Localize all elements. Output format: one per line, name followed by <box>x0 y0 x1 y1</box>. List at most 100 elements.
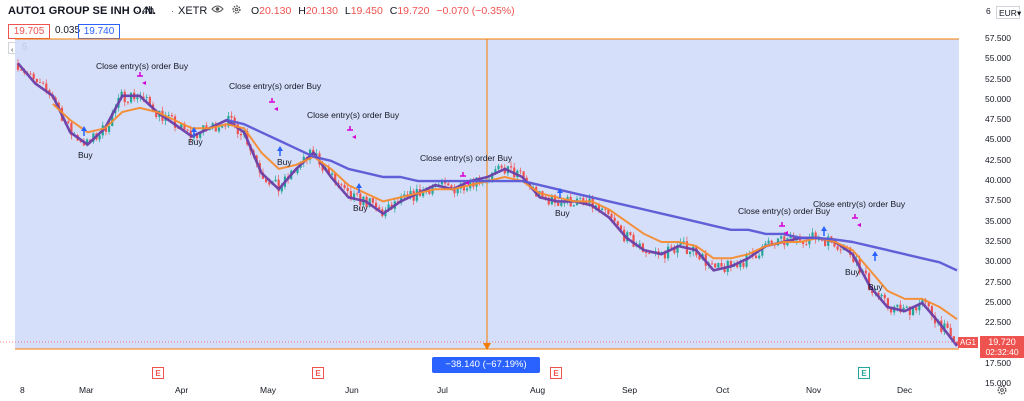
candle-body <box>465 188 469 191</box>
candle-body <box>767 240 770 244</box>
candle-body <box>497 165 500 170</box>
earnings-event-icon[interactable]: E <box>550 367 562 379</box>
price-tick: 47.500 <box>985 114 1011 125</box>
time-tick: Sep <box>622 385 638 395</box>
candle-body <box>742 262 745 267</box>
candle-body <box>20 69 23 71</box>
range-measure-label: −38.140 (−67.19%) −7628 <box>432 357 540 386</box>
candle-body <box>29 73 32 75</box>
candle-body <box>616 221 619 226</box>
buy-label: Buy <box>555 208 570 218</box>
close-entry-label: Close entry(s) order Buy <box>96 61 189 71</box>
currency-select[interactable]: EUR▾ <box>996 6 1022 19</box>
candle-body <box>946 323 949 328</box>
candle-body <box>456 188 459 194</box>
time-tick: Mar <box>79 385 94 395</box>
price-tick: 40.000 <box>985 175 1011 186</box>
close-entry-label: Close entry(s) order Buy <box>229 81 322 91</box>
candle-body <box>824 240 827 246</box>
time-tick: Apr <box>175 385 189 395</box>
time-tick: 8 <box>20 385 25 395</box>
candle-body <box>500 165 503 168</box>
earnings-event-icon[interactable]: E <box>312 367 324 379</box>
candle-body <box>754 255 758 259</box>
candle-body <box>509 166 513 168</box>
candle-body <box>811 232 814 238</box>
candle-body <box>346 187 349 192</box>
earnings-event-icon[interactable]: E <box>152 367 164 379</box>
candle-body <box>167 115 170 116</box>
candle-body <box>519 170 522 172</box>
candle-body <box>563 202 566 204</box>
price-tick: 57.500 <box>985 32 1011 43</box>
time-tick: Oct <box>716 385 730 395</box>
candle-body <box>710 263 714 265</box>
candle-body <box>356 193 359 195</box>
close-entry-label: Close entry(s) order Buy <box>307 110 400 120</box>
time-tick: Dec <box>897 385 913 395</box>
candle-body <box>98 135 101 140</box>
close-entry-label: Close entry(s) order Buy <box>420 153 513 163</box>
candle-body <box>126 102 130 103</box>
candle-body <box>340 184 343 186</box>
candle-body <box>688 251 692 254</box>
dividend-event-icon[interactable]: E <box>858 367 870 379</box>
candle-body <box>145 97 148 98</box>
candle-body <box>129 92 133 103</box>
candle-body <box>579 197 582 199</box>
price-tick: 52.500 <box>985 73 1011 84</box>
candle-body <box>805 243 808 245</box>
price-tick: 25.000 <box>985 296 1011 307</box>
candle-body <box>720 263 723 267</box>
price-tick: 37.500 <box>985 195 1011 206</box>
price-tick: 17.500 <box>985 357 1011 368</box>
time-tick: May <box>260 385 277 395</box>
candle-body <box>601 208 604 211</box>
candle-body <box>839 249 842 251</box>
gear-icon[interactable] <box>996 384 1008 396</box>
candle-body <box>896 304 899 307</box>
candle-body <box>560 202 563 206</box>
price-tick-partial: 6 <box>986 6 991 16</box>
candle-body <box>572 205 575 207</box>
bar-countdown: 02:32:40 <box>980 347 1024 358</box>
candle-body <box>648 252 651 254</box>
candle-body <box>343 185 346 188</box>
candle-body <box>32 73 35 79</box>
candle-body <box>371 198 374 203</box>
time-tick: Jul <box>437 385 448 395</box>
price-tick: 32.500 <box>985 236 1011 246</box>
price-tick: 45.000 <box>985 134 1011 145</box>
buy-label: Buy <box>188 137 203 147</box>
candle-body <box>610 214 613 218</box>
candle-body <box>239 133 243 136</box>
candle-body <box>557 202 560 206</box>
time-tick: Jun <box>345 385 359 395</box>
candle-body <box>230 115 233 118</box>
date-price-range[interactable] <box>15 38 959 350</box>
price-tick: 22.500 <box>985 317 1011 328</box>
buy-label: Buy <box>868 282 883 292</box>
candle-body <box>836 246 839 250</box>
price-tick: 55.000 <box>985 53 1011 64</box>
candle-body <box>717 263 720 268</box>
time-tick: Nov <box>806 385 822 395</box>
price-tick: 30.000 <box>985 256 1011 267</box>
candle-body <box>880 294 883 297</box>
candle-body <box>170 115 173 117</box>
price-tick: 50.000 <box>985 93 1011 104</box>
candle-body <box>613 217 616 222</box>
time-tick: Aug <box>530 385 546 395</box>
price-tick: 35.000 <box>985 215 1011 226</box>
currency-label: EUR <box>999 8 1017 18</box>
chevron-down-icon: ▾ <box>1016 8 1022 18</box>
price-tick: 27.500 <box>985 276 1011 287</box>
symbol-tag: AG1 <box>958 337 978 348</box>
candle-body <box>330 173 334 175</box>
candle-body <box>670 246 673 248</box>
buy-label: Buy <box>277 157 292 167</box>
candle-body <box>883 294 886 299</box>
candle-body <box>905 306 908 308</box>
price-tick: 42.500 <box>985 154 1011 165</box>
candle-body <box>217 127 221 132</box>
